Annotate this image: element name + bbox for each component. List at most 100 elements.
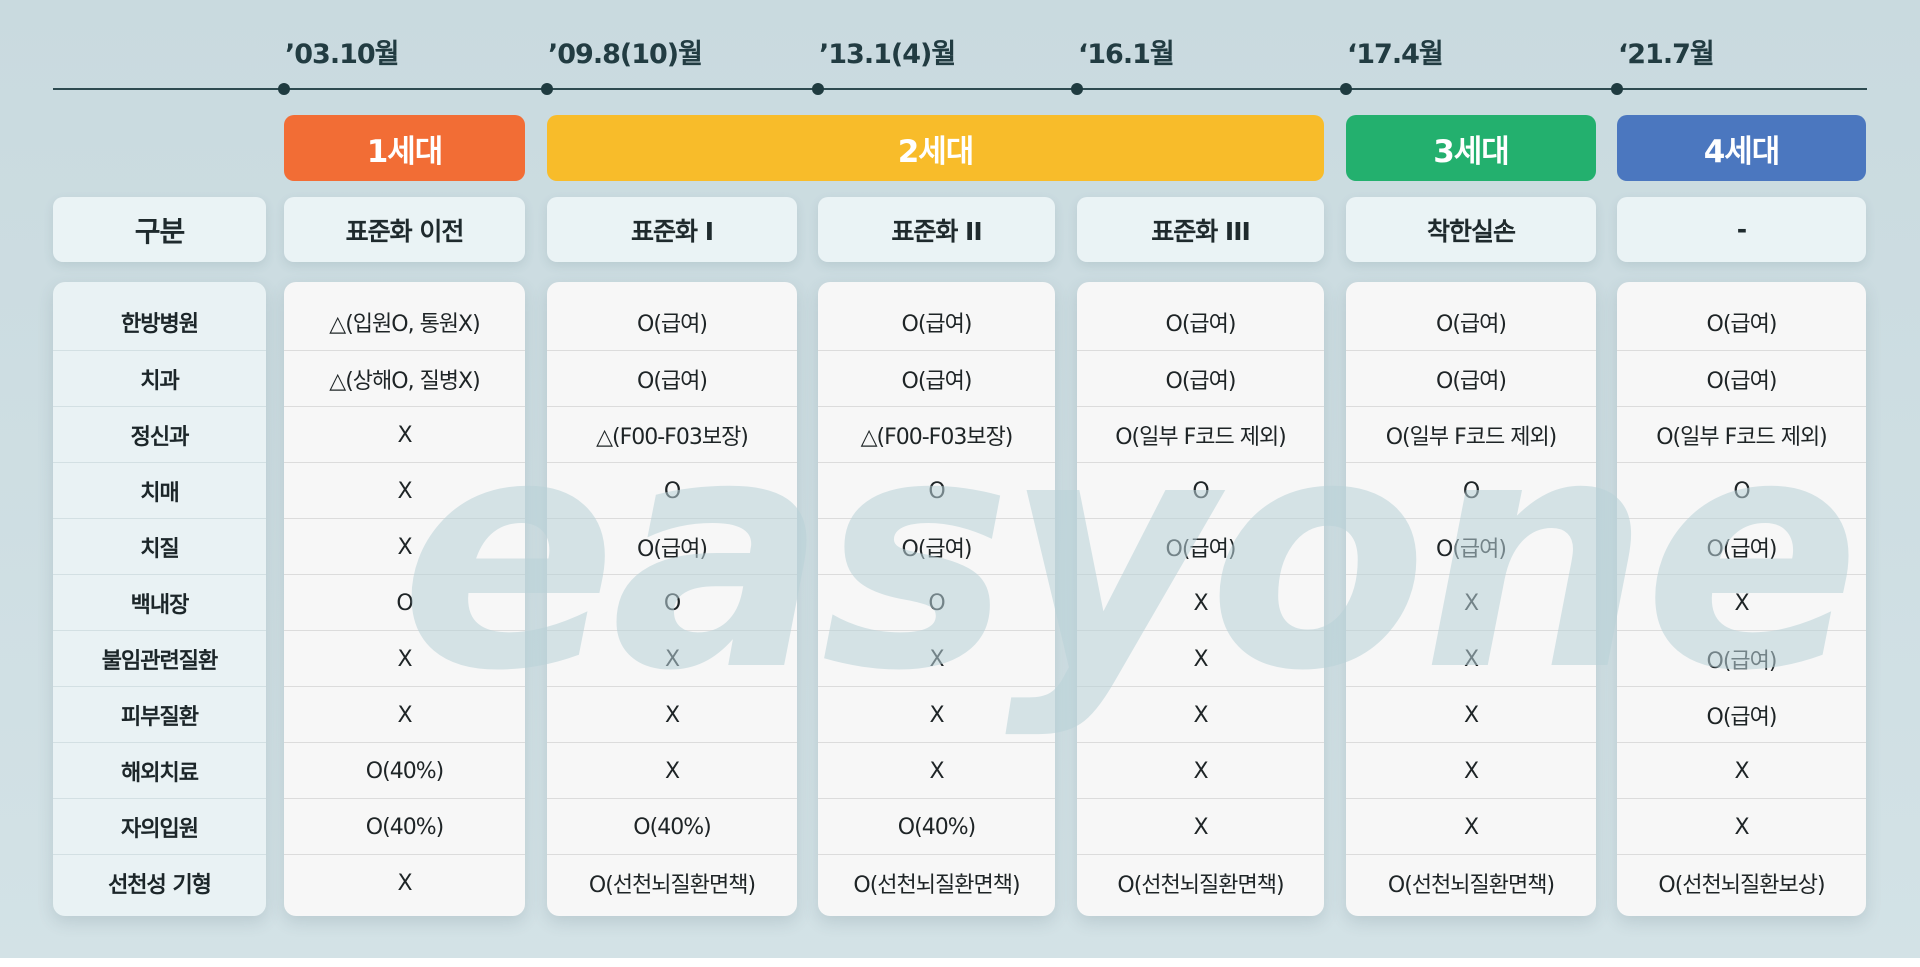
table-cell: O xyxy=(1077,462,1324,519)
table-cell: O(급여) xyxy=(901,312,973,337)
table-cell: O xyxy=(818,574,1055,631)
table-cell: X xyxy=(1617,742,1866,799)
table-cell: O(40%) xyxy=(547,798,797,855)
table-cell: O(급여) xyxy=(1617,686,1866,743)
table-cell: O(급여) xyxy=(547,350,797,407)
table-cell: O(선천뇌질환면책) xyxy=(1346,854,1596,911)
row-label: 정신과 xyxy=(53,406,266,463)
row-label: 해외치료 xyxy=(53,742,266,799)
table-cell: X xyxy=(547,742,797,799)
table-cell: X xyxy=(1077,630,1324,687)
generation-4-badge: 4세대 xyxy=(1617,115,1866,181)
row-label: 한방병원 xyxy=(121,312,199,337)
table-cell: O xyxy=(818,462,1055,519)
table-cell: O(선천뇌질환면책) xyxy=(818,854,1055,911)
column-header: 표준화 III xyxy=(1077,197,1324,262)
table-cell: O(급여) xyxy=(1346,350,1596,407)
table-cell: O(급여) xyxy=(818,350,1055,407)
column-panel: O(급여) O(급여) O(일부 F코드 제외) O O(급여) X O(급여) O(급여) X… xyxy=(1617,282,1866,916)
column-panel: △(입원O, 통원X) △(상해O, 질병X) X X X O X X O(40%) O(40%)… xyxy=(284,282,525,916)
timeline-date: ‘16.1월 xyxy=(1078,39,1175,70)
table-cell: O(선천뇌질환보상) xyxy=(1617,854,1866,911)
timeline-date: ‘21.7월 xyxy=(1618,39,1715,70)
table-cell: O(선천뇌질환면책) xyxy=(547,854,797,911)
table-cell: X xyxy=(284,406,525,463)
row-label: 치과 xyxy=(53,350,266,407)
column-header: 표준화 II xyxy=(818,197,1055,262)
row-label: 치매 xyxy=(53,462,266,519)
table-cell: O(일부 F코드 제외) xyxy=(1617,406,1866,463)
table-cell: X xyxy=(818,686,1055,743)
row-label: 피부질환 xyxy=(53,686,266,743)
table-cell: O(급여) xyxy=(1436,312,1507,337)
row-label: 백내장 xyxy=(53,574,266,631)
column-header: 착한실손 xyxy=(1346,197,1596,262)
table-cell: X xyxy=(284,462,525,519)
row-label: 자의입원 xyxy=(53,798,266,855)
table-cell: O xyxy=(1346,462,1596,519)
table-cell: X xyxy=(1346,630,1596,687)
column-panel: O(급여) O(급여) △(F00-F03보장) O O(급여) O X X X O(40%) O(… xyxy=(547,282,797,916)
table-cell: O(40%) xyxy=(818,798,1055,855)
table-cell: O(급여) xyxy=(547,518,797,575)
table-cell: O(급여) xyxy=(1706,312,1778,337)
timeline-dot xyxy=(278,83,290,95)
table-cell: X xyxy=(284,686,525,743)
row-label: 치질 xyxy=(53,518,266,575)
table-cell: X xyxy=(284,630,525,687)
timeline-date: ’03.10월 xyxy=(285,39,400,70)
row-labels-panel: 한방병원 치과 정신과 치매 치질 백내장 불임관련질환 피부질환 해외치료 자의입원 선천성 기형 xyxy=(53,282,266,916)
table-cell: X xyxy=(547,686,797,743)
table-cell: X xyxy=(1077,742,1324,799)
table-cell: O(40%) xyxy=(284,742,525,799)
timeline-dot xyxy=(1340,83,1352,95)
table-cell: X xyxy=(818,742,1055,799)
table-cell: O(급여) xyxy=(818,518,1055,575)
table-cell: O(40%) xyxy=(284,798,525,855)
table-cell: O xyxy=(547,462,797,519)
table-cell: O(급여) xyxy=(1617,350,1866,407)
table-cell: O xyxy=(284,574,525,631)
table-cell: X xyxy=(284,854,525,911)
header-label-cell: 구분 xyxy=(53,197,266,262)
table-cell: X xyxy=(1617,798,1866,855)
timeline-dot xyxy=(541,83,553,95)
column-panel: O(급여) O(급여) O(일부 F코드 제외) O O(급여) X X X X X O(선천뇌질환… xyxy=(1077,282,1324,916)
table-cell: X xyxy=(1077,574,1324,631)
table-cell: O(급여) xyxy=(637,312,708,337)
table-cell: O(일부 F코드 제외) xyxy=(1346,406,1596,463)
table-cell: X xyxy=(1077,798,1324,855)
table-cell: △(상해O, 질병X) xyxy=(284,350,525,407)
table-cell: O(급여) xyxy=(1617,630,1866,687)
generation-3-badge: 3세대 xyxy=(1346,115,1596,181)
column-panel: O(급여) O(급여) △(F00-F03보장) O O(급여) O X X X O(40%) O(… xyxy=(818,282,1055,916)
table-cell: O(급여) xyxy=(1077,518,1324,575)
table-cell: O(급여) xyxy=(1346,518,1596,575)
table-cell: O(급여) xyxy=(1165,312,1237,337)
table-cell: O(급여) xyxy=(1617,518,1866,575)
table-cell: X xyxy=(1346,742,1596,799)
table-cell: △(F00-F03보장) xyxy=(818,406,1055,463)
table-cell: X xyxy=(284,518,525,575)
table-cell: O(선천뇌질환면책) xyxy=(1077,854,1324,911)
timeline-line xyxy=(53,88,1867,90)
column-header: 표준화 이전 xyxy=(284,197,525,262)
table-cell: O(일부 F코드 제외) xyxy=(1077,406,1324,463)
table-cell: △(F00-F03보장) xyxy=(547,406,797,463)
table-cell: O xyxy=(1617,462,1866,519)
generation-1-badge: 1세대 xyxy=(284,115,525,181)
timeline-dot xyxy=(1611,83,1623,95)
column-header: - xyxy=(1617,197,1866,262)
table-cell: X xyxy=(1346,686,1596,743)
table-cell: X xyxy=(1077,686,1324,743)
timeline-dot xyxy=(1071,83,1083,95)
table-cell: X xyxy=(1346,574,1596,631)
column-header: 표준화 Ⅰ xyxy=(547,197,797,262)
table-cell: X xyxy=(1346,798,1596,855)
timeline-dot xyxy=(812,83,824,95)
row-label: 불임관련질환 xyxy=(53,630,266,687)
table-cell: O xyxy=(547,574,797,631)
column-panel: O(급여) O(급여) O(일부 F코드 제외) O O(급여) X X X X X O(선천뇌질환… xyxy=(1346,282,1596,916)
timeline-date: ‘17.4월 xyxy=(1347,39,1444,70)
table-cell: X xyxy=(547,630,797,687)
